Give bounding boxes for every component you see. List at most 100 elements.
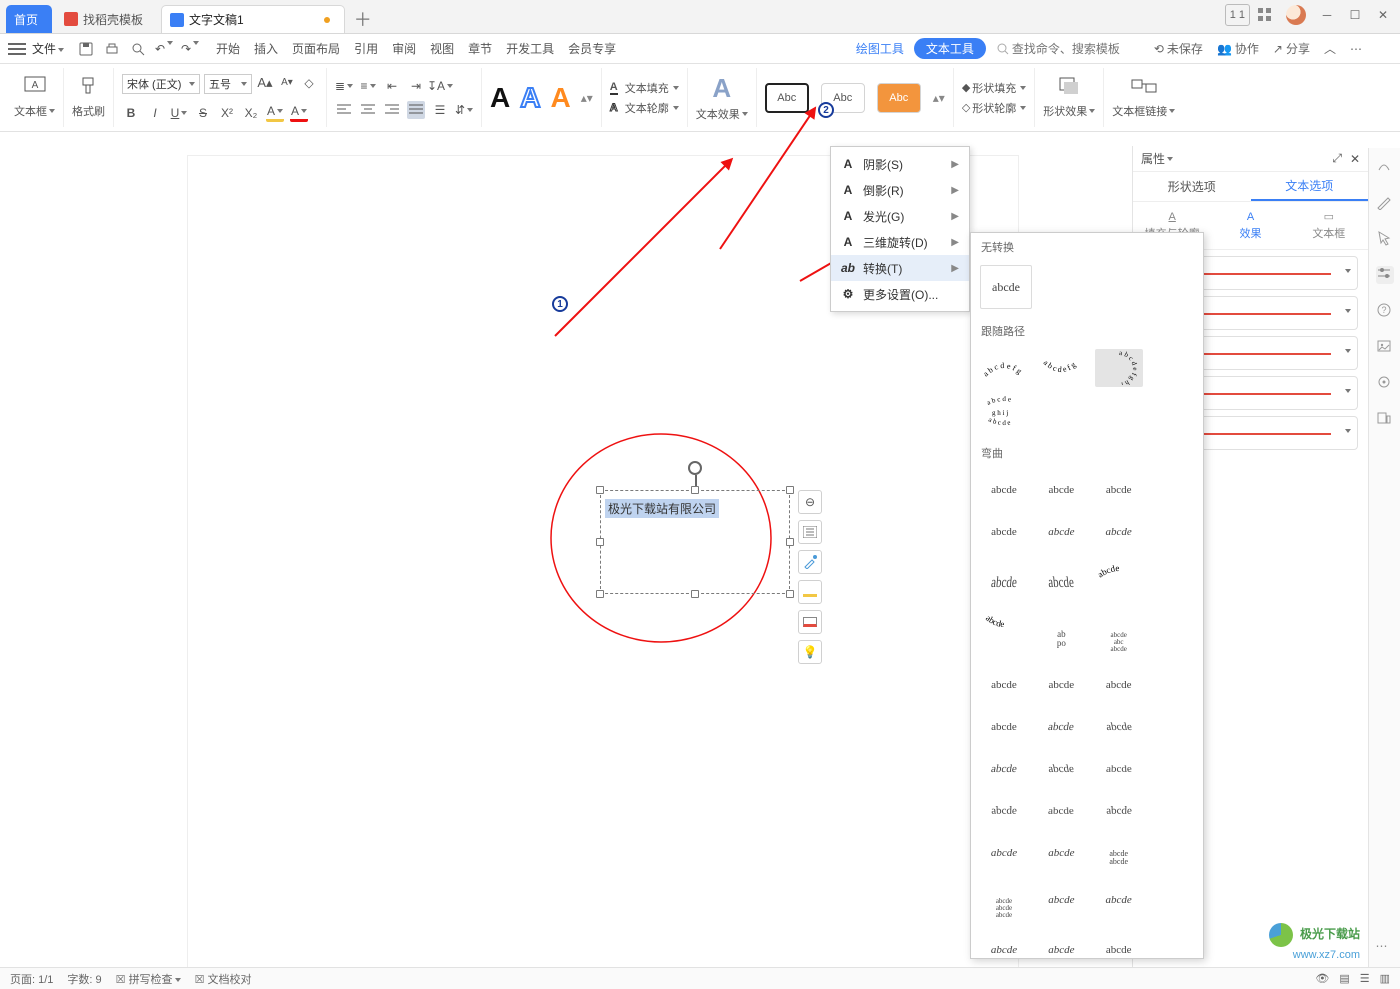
warp-3[interactable]: abcde bbox=[1095, 471, 1143, 509]
shrink-font-icon[interactable]: A▾ bbox=[278, 74, 296, 92]
align-right-icon[interactable] bbox=[383, 101, 401, 119]
new-tab-button[interactable]: ＋ bbox=[349, 5, 377, 33]
window-minimize[interactable]: ─ bbox=[1314, 4, 1340, 26]
rail-tools-icon[interactable] bbox=[1376, 410, 1394, 428]
text-fill-button[interactable]: A 文本填充 bbox=[610, 80, 679, 96]
menu-ref[interactable]: 引用 bbox=[354, 40, 378, 57]
menu-layout[interactable]: 页面布局 bbox=[292, 40, 340, 57]
menu-view[interactable]: 视图 bbox=[430, 40, 454, 57]
resize-handle-se[interactable] bbox=[786, 590, 794, 598]
qat-redo-icon[interactable]: ↷ bbox=[182, 41, 198, 57]
shape-fill-button[interactable]: ◆ 形状填充 bbox=[962, 80, 1026, 96]
warp-1[interactable]: abcde bbox=[980, 471, 1028, 509]
selected-textbox[interactable]: 极光下载站有限公司 bbox=[600, 490, 790, 594]
menu-review[interactable]: 审阅 bbox=[392, 40, 416, 57]
warp-27[interactable]: abcdeabcde bbox=[1095, 839, 1143, 877]
warp-31[interactable]: abcde bbox=[980, 931, 1028, 959]
transform-none[interactable]: abcde bbox=[980, 265, 1032, 309]
format-painter-icon[interactable] bbox=[79, 76, 99, 101]
shape-style-1[interactable]: Abc bbox=[765, 83, 809, 113]
transform-path-circle[interactable]: a b c d e f g h i bbox=[1095, 349, 1143, 387]
float-eyedropper-icon[interactable] bbox=[798, 550, 822, 574]
rail-image-icon[interactable] bbox=[1376, 338, 1394, 356]
outdent-icon[interactable]: ⇤ bbox=[383, 77, 401, 95]
layout-indicator[interactable]: 1 1 bbox=[1225, 4, 1250, 26]
font-name-select[interactable]: 宋体 (正文) bbox=[122, 74, 200, 94]
prop-tab-shape[interactable]: 形状选项 bbox=[1133, 172, 1251, 201]
tab-template-store[interactable]: 找稻壳模板 bbox=[56, 5, 157, 33]
wordart-style-1[interactable]: A bbox=[490, 82, 510, 114]
ribbon-collapse-icon[interactable]: ︿ bbox=[1324, 40, 1336, 57]
indent-icon[interactable]: ⇥ bbox=[407, 77, 425, 95]
warp-28[interactable]: abcdeabcdeabcde bbox=[980, 889, 1028, 927]
warp-33[interactable]: abcde bbox=[1095, 931, 1143, 959]
property-pane-close[interactable]: ✕ bbox=[1350, 152, 1360, 166]
italic-icon[interactable]: I bbox=[146, 104, 164, 122]
command-search[interactable] bbox=[996, 41, 1130, 57]
grow-font-icon[interactable]: A▴ bbox=[256, 74, 274, 92]
qat-print-icon[interactable] bbox=[104, 41, 120, 57]
window-close[interactable]: ✕ bbox=[1370, 4, 1396, 26]
rail-ai-icon[interactable] bbox=[1376, 158, 1394, 176]
warp-2[interactable]: abcde bbox=[1037, 471, 1085, 509]
float-idea-icon[interactable]: 💡 bbox=[798, 640, 822, 664]
pin-icon[interactable]: ⤢ bbox=[1332, 151, 1342, 166]
bullets-icon[interactable]: ≣ bbox=[335, 77, 353, 95]
font-size-select[interactable]: 五号 bbox=[204, 74, 252, 94]
unsaved-indicator[interactable]: ⟲ 未保存 bbox=[1154, 40, 1203, 57]
warp-9[interactable]: abcde bbox=[1095, 555, 1143, 593]
window-maximize[interactable]: ☐ bbox=[1342, 4, 1368, 26]
warp-11[interactable]: abpo bbox=[1037, 620, 1085, 658]
warp-23[interactable]: abcde bbox=[1033, 795, 1089, 832]
resize-handle-e[interactable] bbox=[786, 538, 794, 546]
resize-handle-nw[interactable] bbox=[596, 486, 604, 494]
menu-insert[interactable]: 插入 bbox=[254, 40, 278, 57]
float-outline-icon[interactable] bbox=[798, 610, 822, 634]
warp-15[interactable]: abcde bbox=[1095, 666, 1143, 704]
status-view-outline-icon[interactable]: ☰ bbox=[1360, 972, 1370, 985]
warp-20[interactable]: abcde bbox=[1034, 750, 1089, 788]
status-proof[interactable]: ☒ 文档校对 bbox=[195, 971, 252, 987]
warp-18[interactable]: abcde bbox=[1091, 708, 1146, 746]
rail-help-icon[interactable]: ? bbox=[1376, 302, 1394, 320]
menu-dev[interactable]: 开发工具 bbox=[506, 40, 554, 57]
file-menu[interactable]: 文件 bbox=[32, 40, 64, 57]
command-search-input[interactable] bbox=[1010, 41, 1130, 57]
wordart-gallery-more[interactable]: ▴▾ bbox=[581, 91, 593, 105]
shape-style-more[interactable]: ▴▾ bbox=[933, 91, 945, 105]
distribute-icon[interactable]: ☰ bbox=[431, 101, 449, 119]
rail-target-icon[interactable] bbox=[1376, 374, 1394, 392]
rail-settings-icon[interactable] bbox=[1376, 266, 1394, 284]
warp-10[interactable]: abcde bbox=[980, 606, 1028, 644]
text-direction-icon[interactable]: ↧A bbox=[431, 77, 449, 95]
align-center-icon[interactable] bbox=[359, 101, 377, 119]
qat-save-icon[interactable] bbox=[78, 41, 94, 57]
warp-13[interactable]: abcde bbox=[980, 666, 1028, 704]
rail-more-icon[interactable]: ⋯ bbox=[1376, 939, 1394, 957]
transform-path-arch-up[interactable]: a b c d e f g bbox=[980, 351, 1028, 389]
warp-4[interactable]: abcde bbox=[980, 513, 1028, 551]
warp-19[interactable]: abcde bbox=[977, 750, 1032, 788]
menu-start[interactable]: 开始 bbox=[216, 40, 240, 57]
mi-3drotate[interactable]: A三维旋转(D)▶ bbox=[831, 229, 969, 255]
align-justify-icon[interactable] bbox=[407, 101, 425, 119]
warp-12[interactable]: abcdeabcabcde bbox=[1095, 624, 1143, 662]
warp-32[interactable]: abcde bbox=[1037, 931, 1085, 959]
float-delete-icon[interactable]: ⊖ bbox=[798, 490, 822, 514]
resize-handle-s[interactable] bbox=[691, 590, 699, 598]
resize-handle-w[interactable] bbox=[596, 538, 604, 546]
share-button[interactable]: ↗ 分享 bbox=[1273, 40, 1310, 57]
status-page[interactable]: 页面: 1/1 bbox=[10, 971, 53, 987]
menu-vip[interactable]: 会员专享 bbox=[568, 40, 616, 57]
more-icon[interactable]: ⋯ bbox=[1350, 42, 1362, 56]
qat-preview-icon[interactable] bbox=[130, 41, 146, 57]
rail-select-icon[interactable] bbox=[1376, 230, 1394, 248]
resize-handle-n[interactable] bbox=[691, 486, 699, 494]
float-fill-icon[interactable] bbox=[798, 580, 822, 604]
transform-path-arch-down[interactable]: a b c d e f g bbox=[1037, 351, 1085, 389]
shape-effects-button[interactable]: 形状效果 bbox=[1043, 103, 1095, 119]
underline-icon[interactable]: U bbox=[170, 104, 188, 122]
status-wordcount[interactable]: 字数: 9 bbox=[67, 971, 101, 987]
warp-6[interactable]: abcde bbox=[1095, 513, 1143, 551]
warp-21[interactable]: abcde bbox=[1091, 753, 1147, 790]
